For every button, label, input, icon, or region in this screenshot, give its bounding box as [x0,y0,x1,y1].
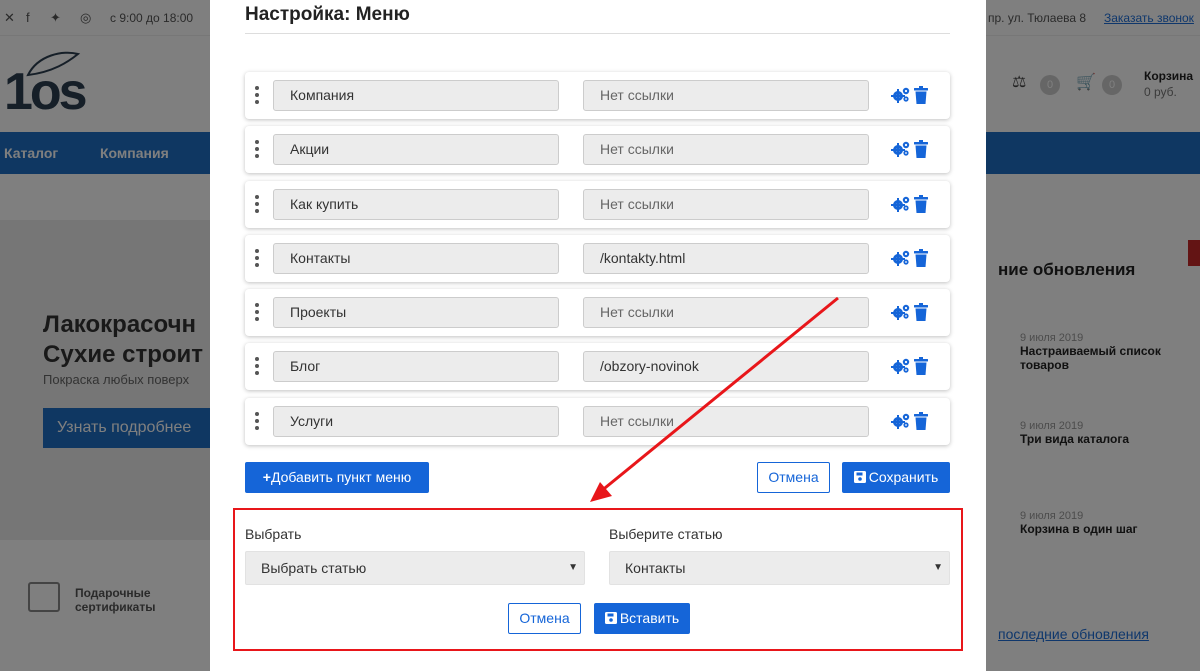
cog-icon[interactable] [891,357,911,375]
trash-icon[interactable] [914,249,928,267]
article-select[interactable]: Контакты ▼ [609,551,950,585]
dropdown-caret-icon: ▼ [933,562,943,573]
menu-settings-modal: Настройка: Меню Компания Нет ссылки Акции Н… [210,0,986,671]
menu-item-row: Услуги Нет ссылки [245,398,950,445]
title-divider [245,33,950,34]
row-actions [891,140,928,160]
drag-handle-icon[interactable] [255,140,259,158]
cog-icon[interactable] [891,86,911,104]
drag-handle-icon[interactable] [255,86,259,104]
select-label: Выбрать [245,526,302,542]
cog-icon[interactable] [891,140,911,158]
menu-item-name-input[interactable]: Как купить [273,189,559,220]
row-actions [891,412,928,432]
add-menu-item-button[interactable]: +Добавить пункт меню [245,462,429,493]
menu-item-name-input[interactable]: Компания [273,80,559,111]
row-actions [891,195,928,215]
menu-item-name-input[interactable]: Блог [273,351,559,382]
trash-icon[interactable] [914,303,928,321]
trash-icon[interactable] [914,195,928,213]
menu-item-name-input[interactable]: Проекты [273,297,559,328]
save-icon [604,612,617,624]
insert-button[interactable]: Вставить [594,603,690,634]
menu-item-row: Акции Нет ссылки [245,126,950,173]
drag-handle-icon[interactable] [255,303,259,321]
cog-icon[interactable] [891,412,911,430]
cog-icon[interactable] [891,195,911,213]
cog-icon[interactable] [891,303,911,321]
drag-handle-icon[interactable] [255,249,259,267]
trash-icon[interactable] [914,412,928,430]
menu-item-row: Контакты/kontakty.html [245,235,950,282]
menu-item-link-input[interactable]: Нет ссылки [583,80,869,111]
menu-item-name-input[interactable]: Акции [273,134,559,165]
article-type-select[interactable]: Выбрать статью ▼ [245,551,585,585]
cancel-button[interactable]: Отмена [757,462,830,493]
menu-item-name-input[interactable]: Контакты [273,243,559,274]
modal-title: Настройка: Меню [245,4,410,25]
row-actions [891,249,928,269]
dropdown-caret-icon: ▼ [568,562,578,573]
row-actions [891,86,928,106]
menu-item-link-input[interactable]: /obzory-novinok [583,351,869,382]
plus-icon: + [262,469,271,485]
menu-item-link-input[interactable]: Нет ссылки [583,406,869,437]
row-actions [891,357,928,377]
save-icon [853,471,866,483]
row-actions [891,303,928,323]
menu-item-row: Блог/obzory-novinok [245,343,950,390]
menu-item-link-input[interactable]: Нет ссылки [583,134,869,165]
drag-handle-icon[interactable] [255,195,259,213]
drag-handle-icon[interactable] [255,412,259,430]
menu-item-link-input[interactable]: Нет ссылки [583,189,869,220]
menu-item-row: Компания Нет ссылки [245,72,950,119]
choose-article-label: Выберите статью [609,526,723,542]
trash-icon[interactable] [914,140,928,158]
insert-cancel-button[interactable]: Отмена [508,603,581,634]
trash-icon[interactable] [914,357,928,375]
cog-icon[interactable] [891,249,911,267]
drag-handle-icon[interactable] [255,357,259,375]
save-button[interactable]: Сохранить [842,462,950,493]
menu-item-row: Проекты Нет ссылки [245,289,950,336]
menu-item-row: Как купить Нет ссылки [245,181,950,228]
trash-icon[interactable] [914,86,928,104]
menu-item-link-input[interactable]: Нет ссылки [583,297,869,328]
menu-item-name-input[interactable]: Услуги [273,406,559,437]
menu-item-link-input[interactable]: /kontakty.html [583,243,869,274]
